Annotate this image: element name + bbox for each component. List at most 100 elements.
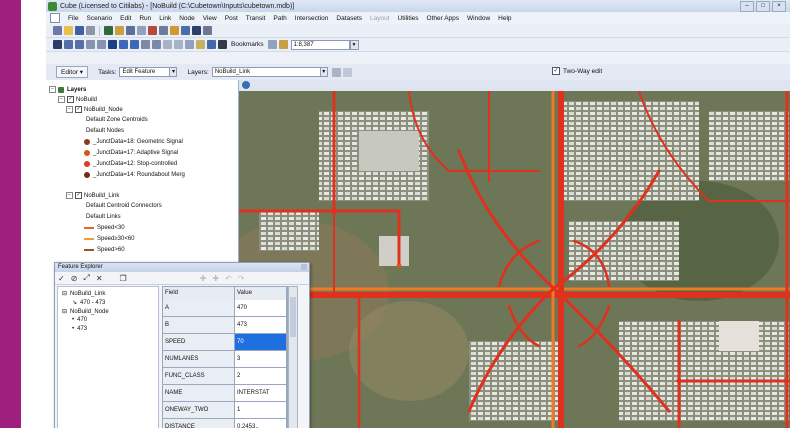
table-row[interactable]: A 470 bbox=[163, 300, 287, 317]
menu-other-apps[interactable]: Other Apps bbox=[423, 15, 464, 22]
menu-link[interactable]: Link bbox=[155, 15, 175, 22]
menu-window[interactable]: Window bbox=[463, 15, 494, 22]
feature-tree-item[interactable]: ⊟ NoBuild_Node bbox=[62, 308, 109, 316]
menu-scenario[interactable]: Scenario bbox=[82, 15, 116, 22]
window-tool-icon[interactable] bbox=[203, 26, 212, 35]
map-view[interactable] bbox=[239, 80, 790, 428]
value-cell[interactable]: 470 bbox=[235, 300, 287, 316]
table-icon[interactable] bbox=[181, 26, 190, 35]
network-node[interactable] bbox=[331, 208, 337, 214]
layer-icon[interactable] bbox=[148, 26, 157, 35]
tree-icon[interactable] bbox=[104, 26, 113, 35]
two-way-edit-checkbox[interactable]: ✓ bbox=[552, 67, 560, 75]
hyperlink-icon[interactable] bbox=[196, 40, 205, 49]
scrollbar-thumb[interactable] bbox=[290, 297, 296, 337]
text-icon[interactable] bbox=[115, 26, 124, 35]
table-row[interactable]: FUNC_CLASS 2 bbox=[163, 368, 287, 385]
value-cell[interactable]: INTERSTAT bbox=[235, 385, 287, 401]
value-cell[interactable]: 70 bbox=[235, 334, 287, 350]
menu-intersection[interactable]: Intersection bbox=[291, 15, 333, 22]
grid-scrollbar[interactable] bbox=[288, 286, 298, 428]
clear-selection-icon[interactable] bbox=[174, 40, 183, 49]
collapse-icon[interactable]: − bbox=[49, 86, 56, 93]
select-features-icon[interactable] bbox=[163, 40, 172, 49]
layer-visibility-checkbox[interactable]: ✓ bbox=[75, 106, 82, 113]
network-node[interactable] bbox=[396, 263, 402, 269]
bookmarks-menu[interactable]: Bookmarks bbox=[231, 41, 264, 48]
refresh-icon[interactable] bbox=[141, 40, 150, 49]
nodes-icon[interactable] bbox=[126, 26, 135, 35]
menu-utilities[interactable]: Utilities bbox=[394, 15, 423, 22]
collapse-icon[interactable]: − bbox=[66, 192, 73, 199]
menu-path[interactable]: Path bbox=[269, 15, 290, 22]
layer-group-nobuild[interactable]: − ✓ NoBuild bbox=[58, 96, 97, 103]
print-icon[interactable] bbox=[86, 26, 95, 35]
table-row[interactable]: SPEED 70 bbox=[163, 334, 287, 351]
back-icon[interactable] bbox=[119, 40, 128, 49]
full-extent-icon[interactable] bbox=[108, 40, 117, 49]
feature-tree-item[interactable]: • 473 bbox=[72, 326, 87, 332]
binoculars-icon[interactable] bbox=[218, 40, 227, 49]
feature-tree-item[interactable]: • 470 bbox=[72, 317, 87, 323]
menu-layout[interactable]: Layout bbox=[366, 15, 394, 22]
minimize-icon[interactable]: – bbox=[740, 1, 754, 12]
layers-root[interactable]: − Layers bbox=[49, 86, 86, 93]
new-icon[interactable] bbox=[53, 26, 62, 35]
menu-node[interactable]: Node bbox=[175, 15, 199, 22]
table-row[interactable]: NAME INTERSTAT bbox=[163, 385, 287, 402]
aerial-map-canvas[interactable] bbox=[239, 91, 790, 428]
layer-visibility-checkbox[interactable]: ✓ bbox=[67, 96, 74, 103]
feature-tree-item[interactable]: ⊟ NoBuild_Link bbox=[62, 290, 105, 298]
feature-explorer-title-bar[interactable]: Feature Explorer bbox=[55, 263, 309, 272]
apply-check-icon[interactable]: ✓ bbox=[58, 274, 65, 283]
forward-icon[interactable] bbox=[130, 40, 139, 49]
maximize-icon[interactable]: □ bbox=[756, 1, 770, 12]
open-folder-icon[interactable] bbox=[64, 26, 73, 35]
select-arrow-icon[interactable] bbox=[53, 40, 62, 49]
fixed-zoom-icon[interactable] bbox=[86, 40, 95, 49]
layer-visibility-checkbox[interactable]: ✓ bbox=[75, 192, 82, 199]
delete-x-icon[interactable]: ✕ bbox=[96, 274, 103, 283]
edit-icon[interactable]: ⤢ bbox=[83, 273, 89, 283]
table-row[interactable]: DISTANCE 0.2453.. bbox=[163, 419, 287, 428]
edit-sketch-icon[interactable] bbox=[331, 67, 341, 77]
pan-icon[interactable] bbox=[97, 40, 106, 49]
network-node[interactable] bbox=[676, 378, 682, 384]
two-way-edit-toggle[interactable]: ✓ Two-Way edit bbox=[552, 67, 602, 75]
editor-menu-button[interactable]: Editor ▾ bbox=[56, 66, 89, 78]
measure-icon[interactable] bbox=[152, 40, 161, 49]
value-cell[interactable]: 1 bbox=[235, 402, 287, 418]
feature-tree-item[interactable]: ↘ 470 - 473 bbox=[72, 299, 105, 307]
close-icon[interactable]: × bbox=[772, 1, 786, 12]
table-row[interactable]: B 473 bbox=[163, 317, 287, 334]
value-cell[interactable]: 473 bbox=[235, 317, 287, 333]
save-icon[interactable] bbox=[75, 26, 84, 35]
menu-post[interactable]: Post bbox=[221, 15, 242, 22]
menu-view[interactable]: View bbox=[199, 15, 221, 22]
layer-nobuild-node[interactable]: − ✓ NoBuild_Node bbox=[66, 106, 123, 113]
attributes-icon[interactable] bbox=[342, 67, 352, 77]
menu-edit[interactable]: Edit bbox=[116, 15, 135, 22]
copy-icon[interactable]: ❐ bbox=[120, 274, 127, 283]
table-row[interactable]: ONEWAY_TWO 1 bbox=[163, 402, 287, 419]
menu-file[interactable]: File bbox=[64, 15, 82, 22]
close-icon[interactable] bbox=[301, 264, 307, 270]
collapse-icon[interactable]: − bbox=[58, 96, 65, 103]
table-row[interactable]: NUMLANES 3 bbox=[163, 351, 287, 368]
highlight-icon[interactable] bbox=[170, 26, 179, 35]
info-icon[interactable] bbox=[185, 40, 194, 49]
scale-dropdown-icon[interactable]: ▼ bbox=[349, 39, 359, 50]
field-column-header[interactable]: Field bbox=[163, 287, 235, 300]
menu-datasets[interactable]: Datasets bbox=[332, 15, 366, 22]
value-cell[interactable]: 2 bbox=[235, 368, 287, 384]
globe-icon[interactable] bbox=[242, 81, 250, 89]
value-cell[interactable]: 0.2453.. bbox=[235, 419, 287, 428]
map-scale-input[interactable]: 1:8,387 bbox=[290, 39, 350, 50]
dropdown-tool-icon[interactable] bbox=[137, 26, 146, 35]
zoom-out-icon[interactable] bbox=[75, 40, 84, 49]
menu-help[interactable]: Help bbox=[494, 15, 515, 22]
menu-run[interactable]: Run bbox=[135, 15, 155, 22]
add-data-icon[interactable] bbox=[278, 40, 288, 49]
menu-transit[interactable]: Transit bbox=[242, 15, 270, 22]
network-node[interactable] bbox=[558, 292, 564, 298]
